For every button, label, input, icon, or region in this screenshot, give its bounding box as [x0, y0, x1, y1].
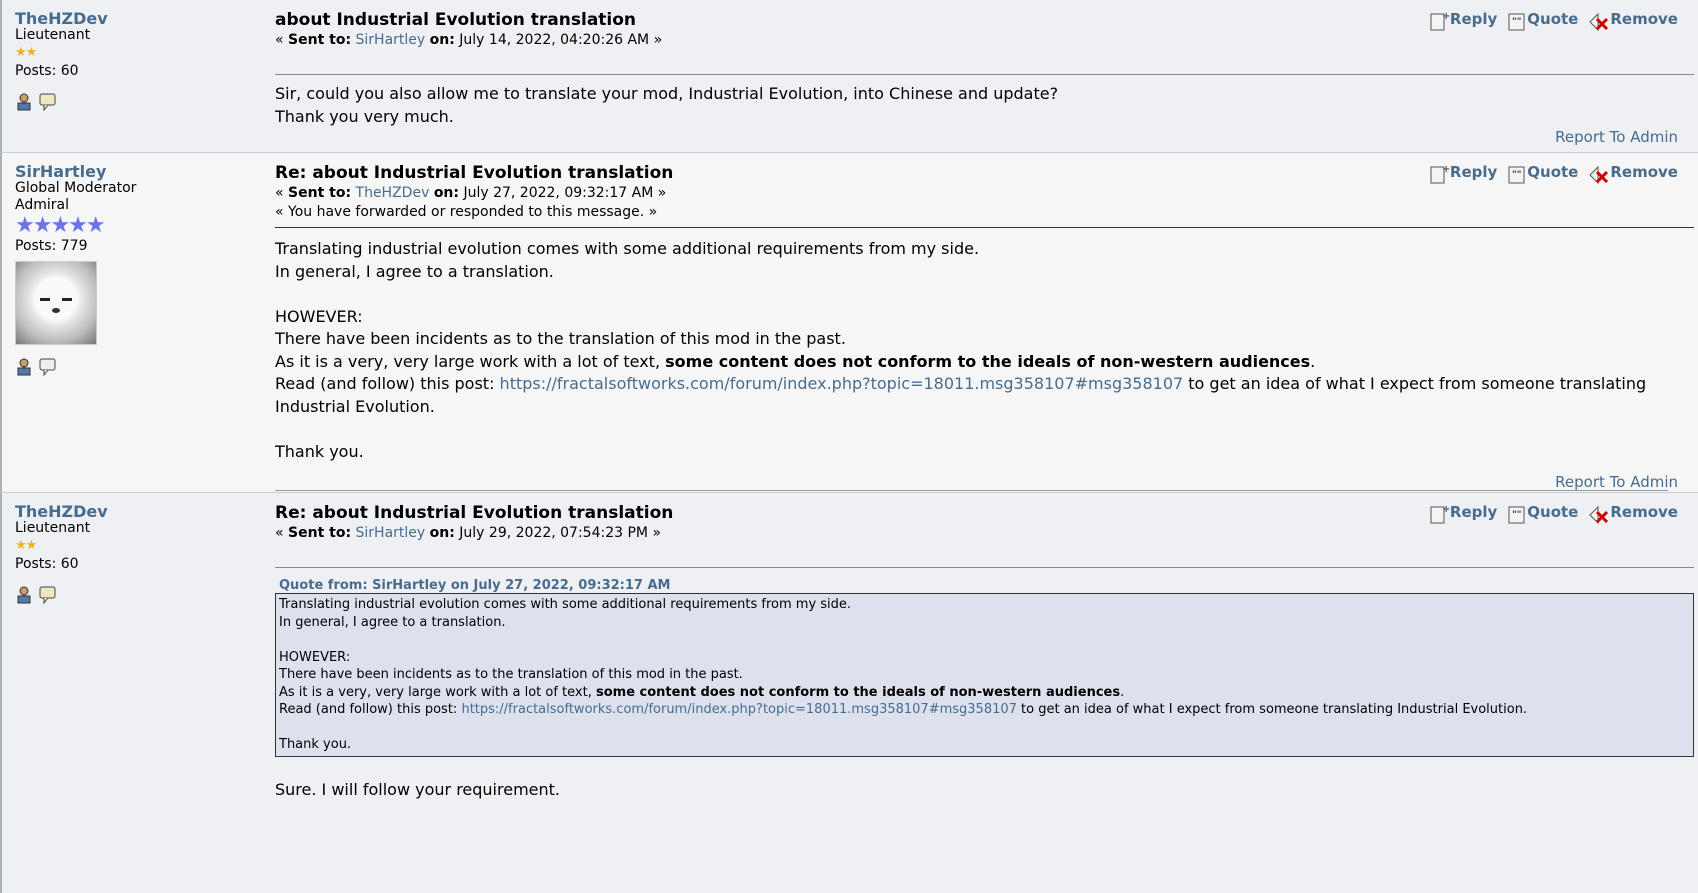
author-name[interactable]: SirHartley [15, 163, 245, 180]
member-title: Admiral [15, 197, 69, 213]
post-actions: + Reply "" Quote Remove [1430, 163, 1678, 185]
post-count: Posts: 60 [15, 556, 79, 572]
poster-icons [15, 92, 245, 111]
post-meta: « Sent to: TheHZDev on: July 27, 2022, 0… [275, 185, 667, 201]
author-name[interactable]: TheHZDev [15, 10, 245, 27]
quote-icon: "" [1508, 506, 1525, 524]
svg-text:"": "" [1512, 17, 1521, 27]
remove-icon [1589, 12, 1609, 32]
svg-text:+: + [1442, 164, 1450, 175]
poster-icons [15, 585, 245, 604]
remove-button[interactable]: Remove [1588, 10, 1678, 32]
rank-stars: ★★ [15, 45, 37, 60]
poster-icons [15, 357, 245, 376]
post-body: Translating industrial evolution comes w… [275, 239, 1647, 461]
pm-icon[interactable] [38, 92, 57, 111]
poster-info: SirHartley Global Moderator Admiral ★★★★… [15, 163, 245, 376]
post-meta: « Sent to: SirHartley on: July 14, 2022,… [275, 32, 663, 48]
divider [275, 227, 1694, 228]
quote-button[interactable]: "" Quote [1507, 10, 1578, 32]
quote-link[interactable]: https://fractalsoftworks.com/forum/index… [461, 702, 1016, 717]
post-body: Sure. I will follow your requirement. [275, 779, 560, 799]
avatar [15, 261, 97, 345]
reply-icon: + [1430, 504, 1450, 524]
report-to-admin-link[interactable]: Report To Admin [1555, 128, 1678, 146]
rank-stars: ★★ [15, 538, 37, 553]
post-link[interactable]: https://fractalsoftworks.com/forum/index… [500, 374, 1184, 393]
signature-divider [275, 490, 1668, 491]
svg-text:"": "" [1512, 170, 1521, 180]
pm-icon[interactable] [38, 585, 57, 604]
svg-text:"": "" [1512, 510, 1521, 520]
profile-icon[interactable] [15, 585, 34, 604]
quote-icon: "" [1508, 13, 1525, 31]
recipient-link[interactable]: TheHZDev [356, 185, 430, 201]
reply-button[interactable]: + Reply [1430, 503, 1497, 525]
remove-icon [1589, 505, 1609, 525]
post-count: Posts: 779 [15, 238, 88, 254]
post-actions: + Reply "" Quote Remove [1430, 10, 1678, 32]
post-2: SirHartley Global Moderator Admiral ★★★★… [0, 153, 1698, 493]
member-group: Global Moderator [15, 180, 137, 196]
post-content: about Industrial Evolution translation «… [275, 10, 1694, 128]
divider [275, 567, 1694, 568]
post-1: TheHZDev Lieutenant ★★ Posts: 60 about I… [0, 0, 1698, 153]
reply-button[interactable]: + Reply [1430, 163, 1497, 185]
post-3: TheHZDev Lieutenant ★★ Posts: 60 Re: abo… [0, 493, 1698, 893]
rank-stars: ★★★★★ [15, 213, 106, 238]
post-content: Re: about Industrial Evolution translati… [275, 163, 1694, 463]
profile-icon[interactable] [15, 92, 34, 111]
remove-button[interactable]: Remove [1588, 503, 1678, 525]
profile-icon[interactable] [15, 357, 34, 376]
report-to-admin-link[interactable]: Report To Admin [1555, 473, 1678, 491]
quote-box: Translating industrial evolution comes w… [275, 593, 1694, 757]
post-content: Re: about Industrial Evolution translati… [275, 503, 1694, 801]
poster-info: TheHZDev Lieutenant ★★ Posts: 60 [15, 503, 245, 604]
post-body: Sir, could you also allow me to translat… [275, 84, 1059, 126]
quote-button[interactable]: "" Quote [1507, 163, 1578, 185]
quote-icon: "" [1508, 166, 1525, 184]
member-title: Lieutenant [15, 520, 91, 536]
post-meta: « Sent to: SirHartley on: July 29, 2022,… [275, 525, 662, 541]
pm-icon[interactable] [38, 357, 57, 376]
recipient-link[interactable]: SirHartley [356, 32, 426, 48]
member-title: Lieutenant [15, 27, 91, 43]
reply-icon: + [1430, 164, 1450, 184]
quote-button[interactable]: "" Quote [1507, 503, 1578, 525]
svg-text:+: + [1442, 504, 1450, 515]
remove-icon [1589, 165, 1609, 185]
reply-icon: + [1430, 11, 1450, 31]
forward-note: « You have forwarded or responded to thi… [275, 204, 658, 220]
quote-header[interactable]: Quote from: SirHartley on July 27, 2022,… [275, 578, 1694, 593]
remove-button[interactable]: Remove [1588, 163, 1678, 185]
reply-button[interactable]: + Reply [1430, 10, 1497, 32]
post-count: Posts: 60 [15, 63, 79, 79]
svg-text:+: + [1442, 11, 1450, 22]
author-name[interactable]: TheHZDev [15, 503, 245, 520]
poster-info: TheHZDev Lieutenant ★★ Posts: 60 [15, 10, 245, 111]
recipient-link[interactable]: SirHartley [356, 525, 426, 541]
post-actions: + Reply "" Quote Remove [1430, 503, 1678, 525]
divider [275, 74, 1694, 75]
